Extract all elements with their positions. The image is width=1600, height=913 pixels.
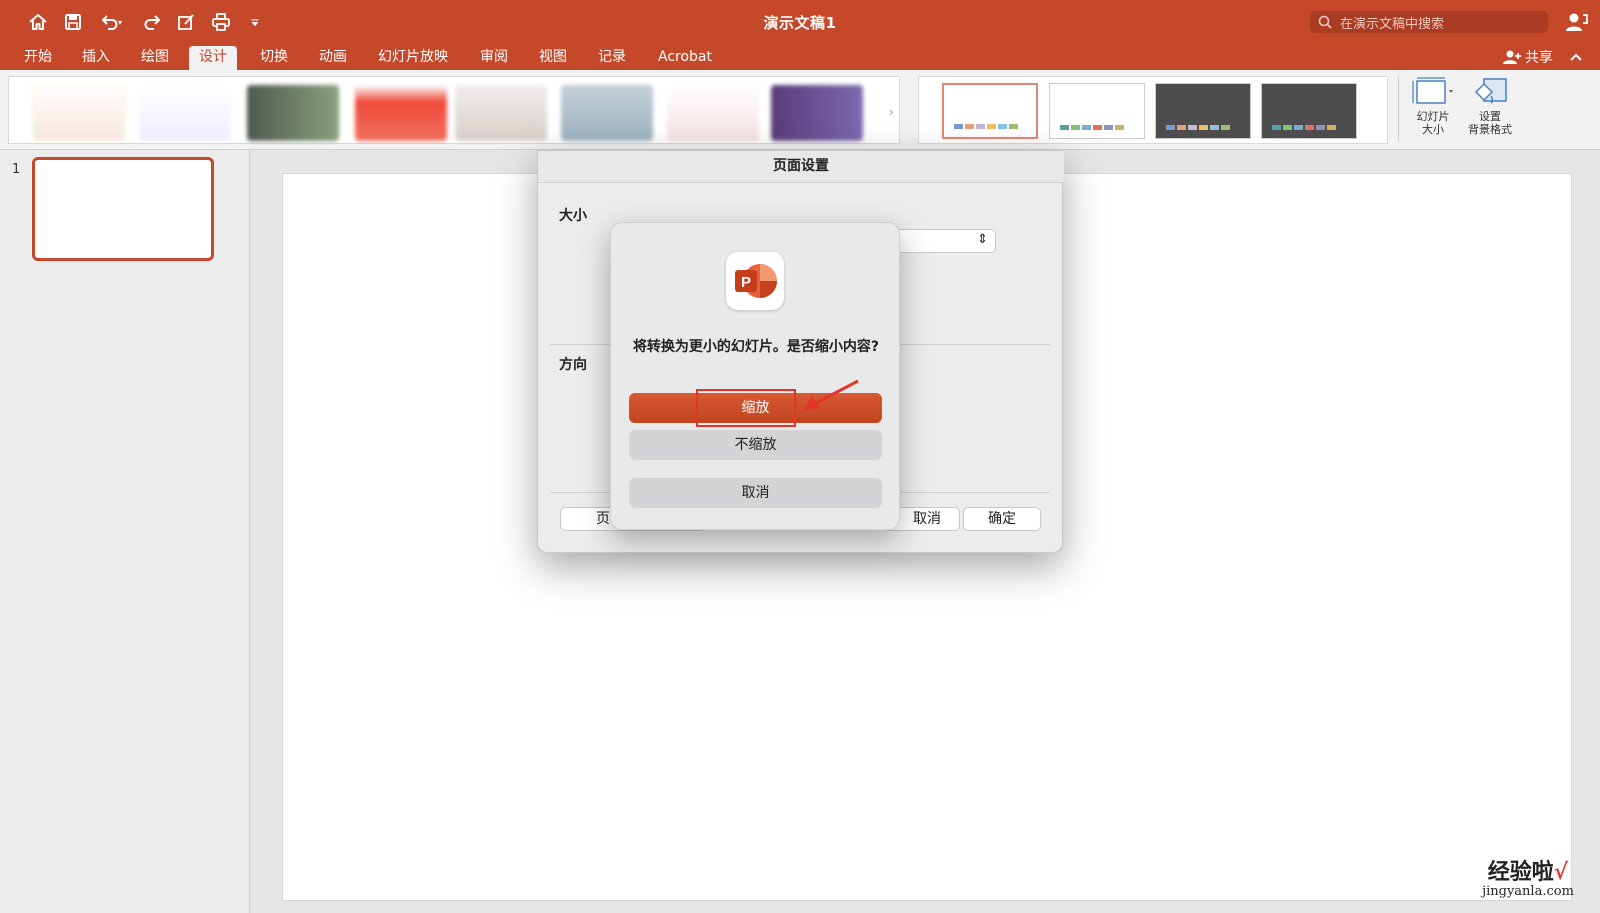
- theme-gallery: ›: [8, 76, 900, 144]
- account-icon[interactable]: [1564, 10, 1588, 34]
- edit-icon[interactable]: [174, 11, 198, 33]
- home-icon[interactable]: [26, 11, 50, 33]
- theme-thumbnail[interactable]: [139, 85, 231, 141]
- variant-thumbnail[interactable]: [942, 83, 1038, 139]
- add-person-icon: [1503, 50, 1521, 64]
- slides-pane: 1: [0, 150, 250, 913]
- scale-content-alert: P 将转换为更小的幻灯片。是否缩小内容? 缩放 不缩放 取消: [610, 222, 900, 530]
- tab-record[interactable]: 记录: [588, 46, 636, 70]
- format-background-button[interactable]: 设置 背景格式: [1462, 76, 1518, 136]
- no-scale-button[interactable]: 不缩放: [629, 430, 882, 460]
- orientation-label: 方向: [559, 357, 587, 373]
- menu-tab-bar: 开始 插入 绘图 设计 切换 动画 幻灯片放映 审阅 视图 记录 Acrobat…: [0, 44, 1600, 70]
- theme-thumbnail[interactable]: [667, 85, 759, 141]
- theme-thumbnail[interactable]: [771, 85, 863, 141]
- theme-thumbnail[interactable]: [247, 85, 339, 141]
- tab-view[interactable]: 视图: [529, 46, 577, 70]
- slide-size-button[interactable]: 幻灯片 大小: [1408, 76, 1458, 136]
- slide-size-label: 幻灯片: [1416, 110, 1450, 123]
- redo-icon[interactable]: [140, 11, 164, 33]
- theme-thumbnail[interactable]: [561, 85, 653, 141]
- watermark-url: jingyanla.com: [1482, 884, 1574, 899]
- tab-insert[interactable]: 插入: [72, 46, 120, 70]
- slide-thumbnail[interactable]: [32, 157, 214, 261]
- page-options-label: 页: [596, 511, 610, 527]
- tab-draw[interactable]: 绘图: [131, 46, 179, 70]
- title-bar: ▾ 演示文稿1 在演示文稿中搜索: [0, 0, 1600, 44]
- alert-cancel-button[interactable]: 取消: [629, 478, 882, 508]
- variant-gallery: [918, 76, 1388, 144]
- tab-home[interactable]: 开始: [14, 46, 62, 70]
- theme-thumbnail[interactable]: [355, 85, 447, 141]
- page-setup-cancel-label: 取消: [913, 511, 941, 527]
- share-button[interactable]: 共享: [1503, 47, 1553, 67]
- slide-number: 1: [12, 162, 21, 177]
- search-placeholder: 在演示文稿中搜索: [1340, 16, 1445, 32]
- svg-text:P: P: [741, 274, 751, 291]
- tab-transitions[interactable]: 切换: [250, 46, 298, 70]
- page-setup-title: 页面设置: [538, 151, 1064, 183]
- page-setup-ok-button[interactable]: 确定: [963, 507, 1041, 531]
- theme-thumbnail[interactable]: [33, 85, 125, 141]
- ribbon-separator: [1398, 76, 1399, 142]
- tab-design[interactable]: 设计: [189, 46, 237, 70]
- size-label: 大小: [559, 208, 587, 224]
- format-background-label: 背景格式: [1468, 123, 1512, 136]
- variant-thumbnail[interactable]: [1155, 83, 1251, 139]
- annotation-highlight-box: [696, 389, 796, 427]
- collapse-ribbon-icon[interactable]: [1568, 49, 1584, 63]
- watermark: 经验啦√ jingyanla.com: [1460, 860, 1596, 899]
- variant-thumbnail[interactable]: [1261, 83, 1357, 139]
- powerpoint-app-icon: P: [726, 252, 784, 310]
- select-arrows-icon: ⇕: [977, 232, 988, 247]
- variant-thumbnail[interactable]: [1049, 83, 1145, 139]
- format-background-icon: [1474, 78, 1507, 104]
- watermark-check: √: [1553, 859, 1569, 885]
- print-icon[interactable]: [209, 11, 233, 33]
- share-label: 共享: [1525, 50, 1553, 66]
- tab-slideshow[interactable]: 幻灯片放映: [368, 46, 458, 70]
- slide-size-label: 大小: [1422, 123, 1444, 136]
- gallery-more-icon[interactable]: ›: [889, 105, 894, 119]
- annotation-arrow-icon: [802, 379, 859, 411]
- search-icon: [1318, 15, 1332, 29]
- alert-message: 将转换为更小的幻灯片。是否缩小内容?: [632, 339, 880, 355]
- tab-acrobat[interactable]: Acrobat: [648, 46, 722, 70]
- customize-icon[interactable]: [248, 11, 262, 33]
- undo-icon[interactable]: ▾: [96, 11, 126, 33]
- theme-thumbnail[interactable]: [455, 85, 547, 141]
- tab-animations[interactable]: 动画: [309, 46, 357, 70]
- save-icon[interactable]: [61, 11, 85, 33]
- format-background-label: 设置: [1479, 110, 1501, 123]
- tab-review[interactable]: 审阅: [470, 46, 518, 70]
- ribbon: › 幻灯片 大小 设置 背景格式: [0, 70, 1600, 150]
- search-box[interactable]: 在演示文稿中搜索: [1310, 11, 1548, 33]
- slide-size-icon: [1412, 77, 1453, 104]
- watermark-text: 经验啦: [1487, 859, 1554, 885]
